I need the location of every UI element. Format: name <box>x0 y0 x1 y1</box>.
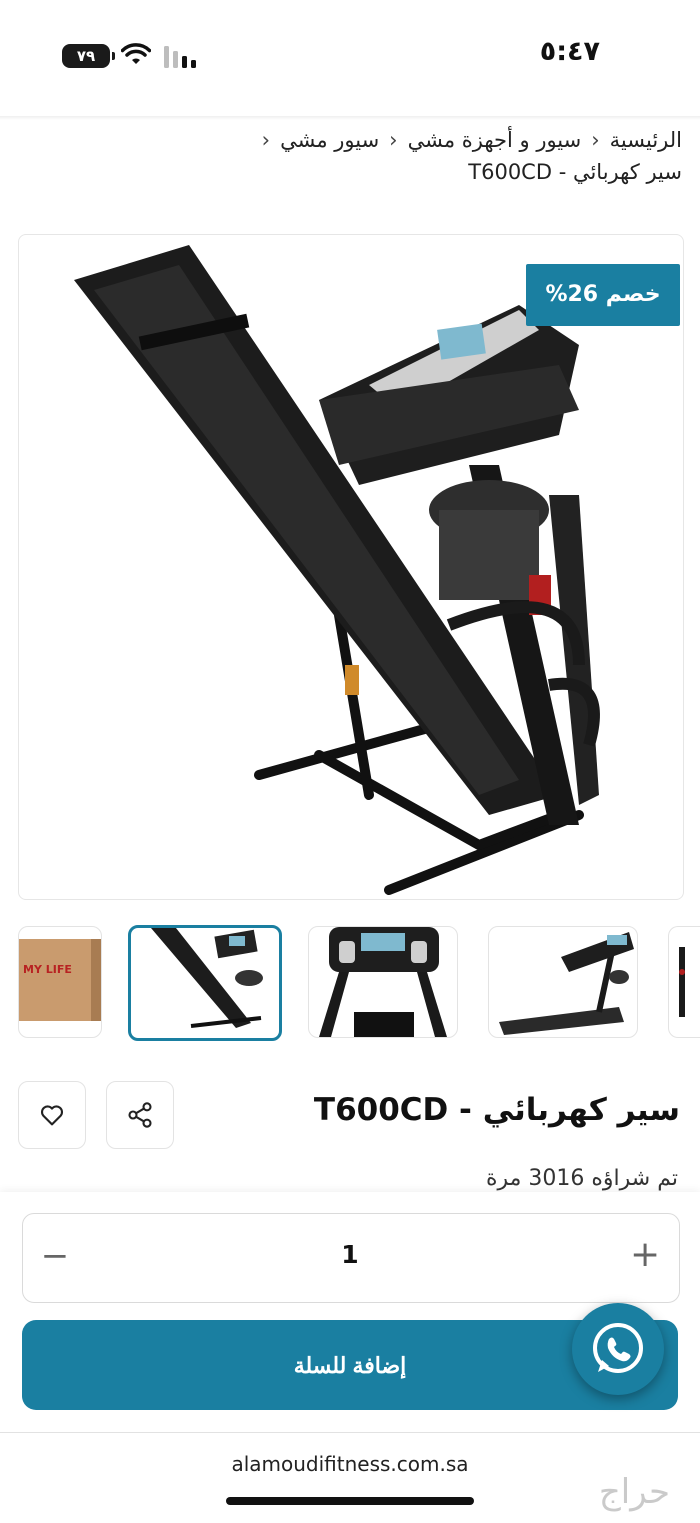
quantity-value[interactable]: 1 <box>330 1240 370 1269</box>
watermark: حراج <box>598 1472 670 1512</box>
product-title: سير كهربائي - T600CD <box>313 1092 680 1128</box>
status-time: ٥:٤٧ <box>539 36 600 67</box>
increase-quantity-button[interactable]: + <box>630 1234 660 1275</box>
purchase-count: تم شراؤه 3016 مرة <box>485 1166 678 1191</box>
wishlist-button[interactable] <box>18 1081 86 1149</box>
wifi-icon <box>121 43 151 64</box>
chevron-left-icon: ‹ <box>591 128 600 152</box>
whatsapp-button[interactable] <box>572 1303 664 1395</box>
chevron-left-icon: ‹ <box>261 128 271 152</box>
thumbnail-console[interactable] <box>308 926 458 1038</box>
signal-icon <box>164 46 196 68</box>
breadcrumb: الرئيسية ‹ سيور و أجهزة مشي ‹ سيور مشي ‹ سير … <box>182 124 682 188</box>
breadcrumb-home[interactable]: الرئيسية <box>610 128 682 152</box>
thumbnail-box[interactable]: MY LIFE <box>18 926 102 1038</box>
url-text[interactable]: alamoudifitness.com.sa <box>0 1452 700 1476</box>
discount-badge: خصم 26% <box>526 264 680 326</box>
header-divider <box>0 116 700 120</box>
share-button[interactable] <box>106 1081 174 1149</box>
product-box-icon: MY LIFE <box>19 939 101 1021</box>
treadmill-side-icon <box>499 932 634 1035</box>
battery-icon: ٧٩ <box>62 44 115 68</box>
treadmill-partial-icon <box>679 947 685 1017</box>
thumbnail-side[interactable] <box>488 926 638 1038</box>
breadcrumb-category[interactable]: سيور و أجهزة مشي <box>408 128 582 152</box>
product-main-image[interactable] <box>18 234 684 900</box>
whatsapp-icon <box>593 1323 643 1373</box>
heart-icon <box>40 1105 64 1126</box>
breadcrumb-subcategory[interactable]: سيور مشي <box>280 128 379 152</box>
home-indicator[interactable] <box>226 1497 474 1505</box>
chevron-left-icon: ‹ <box>389 128 398 152</box>
thumbnail-more[interactable] <box>668 926 700 1038</box>
share-icon <box>128 1102 152 1128</box>
breadcrumb-current: سير كهربائي - T600CD <box>468 160 682 184</box>
thumbnail-folded[interactable] <box>128 925 282 1041</box>
box-brand-label: MY LIFE <box>23 963 72 976</box>
decrease-quantity-button[interactable]: − <box>40 1236 70 1276</box>
treadmill-folded-icon <box>151 928 263 1028</box>
treadmill-image <box>74 245 600 895</box>
treadmill-console-icon <box>319 927 447 1037</box>
browser-url-bar <box>0 1432 700 1523</box>
